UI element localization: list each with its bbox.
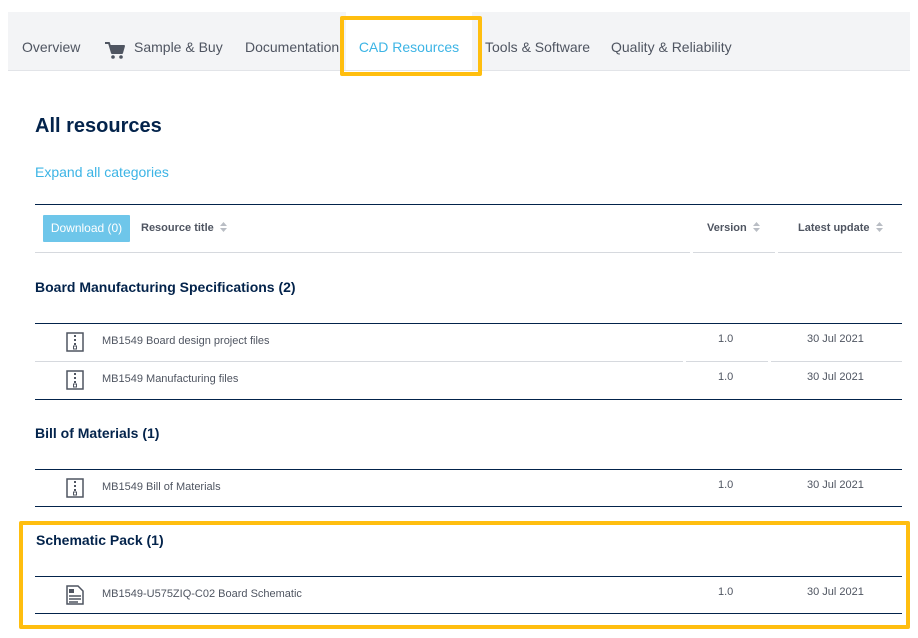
category-schematic-pack[interactable]: Schematic Pack (1) bbox=[36, 532, 164, 548]
tab-sample-buy[interactable]: Sample & Buy bbox=[134, 12, 223, 70]
resource-row-date: 30 Jul 2021 bbox=[807, 371, 864, 383]
category-border bbox=[35, 506, 902, 507]
row-separator bbox=[35, 361, 683, 362]
tab-tools-software[interactable]: Tools & Software bbox=[485, 12, 590, 70]
tab-cad-resources[interactable]: CAD Resources bbox=[346, 12, 472, 70]
resource-row-title[interactable]: MB1549 Bill of Materials bbox=[102, 481, 221, 493]
page-title: All resources bbox=[35, 115, 162, 137]
zip-archive-icon bbox=[66, 332, 84, 352]
category-border bbox=[35, 469, 902, 470]
resource-row-title[interactable]: MB1549 Manufacturing files bbox=[102, 373, 238, 385]
resource-row-version: 1.0 bbox=[718, 333, 734, 345]
sort-icon[interactable] bbox=[875, 222, 883, 232]
tab-bar: Overview Sample & Buy Documentation CAD … bbox=[8, 12, 910, 71]
resource-row-version: 1.0 bbox=[718, 479, 734, 491]
tab-documentation[interactable]: Documentation bbox=[245, 12, 339, 70]
zip-archive-icon bbox=[66, 478, 84, 498]
category-border bbox=[35, 576, 902, 577]
latest-update-header[interactable]: Latest update bbox=[798, 222, 883, 234]
category-border bbox=[35, 613, 902, 614]
category-border bbox=[35, 399, 902, 400]
sort-icon[interactable] bbox=[752, 222, 760, 232]
resource-row-title[interactable]: MB1549 Board design project files bbox=[102, 335, 270, 347]
category-border bbox=[35, 323, 902, 324]
shopping-cart-icon[interactable] bbox=[104, 40, 126, 60]
row-separator bbox=[686, 361, 768, 362]
download-button[interactable]: Download (0) bbox=[43, 215, 130, 242]
tab-overview[interactable]: Overview bbox=[22, 12, 80, 70]
latest-update-label: Latest update bbox=[798, 222, 870, 234]
resource-row-version: 1.0 bbox=[718, 371, 734, 383]
version-header[interactable]: Version bbox=[707, 222, 760, 234]
row-separator bbox=[771, 361, 902, 362]
category-board-manufacturing[interactable]: Board Manufacturing Specifications (2) bbox=[35, 279, 296, 295]
resource-title-header[interactable]: Resource title bbox=[141, 222, 227, 234]
resource-row-date: 30 Jul 2021 bbox=[807, 479, 864, 491]
header-separator bbox=[35, 252, 690, 253]
header-separator bbox=[778, 252, 902, 253]
resource-row-date: 30 Jul 2021 bbox=[807, 333, 864, 345]
category-bill-of-materials[interactable]: Bill of Materials (1) bbox=[35, 425, 159, 441]
table-top-border bbox=[35, 204, 902, 205]
expand-all-link[interactable]: Expand all categories bbox=[35, 164, 169, 180]
resource-row-version: 1.0 bbox=[718, 586, 734, 598]
version-label: Version bbox=[707, 222, 747, 234]
schematic-document-icon bbox=[66, 585, 84, 605]
resource-row-title[interactable]: MB1549-U575ZIQ-C02 Board Schematic bbox=[102, 588, 302, 600]
tab-quality-reliability[interactable]: Quality & Reliability bbox=[611, 12, 732, 70]
header-separator bbox=[693, 252, 775, 253]
resource-title-label: Resource title bbox=[141, 222, 214, 234]
sort-icon[interactable] bbox=[219, 222, 227, 232]
zip-archive-icon bbox=[66, 370, 84, 390]
resource-row-date: 30 Jul 2021 bbox=[807, 586, 864, 598]
